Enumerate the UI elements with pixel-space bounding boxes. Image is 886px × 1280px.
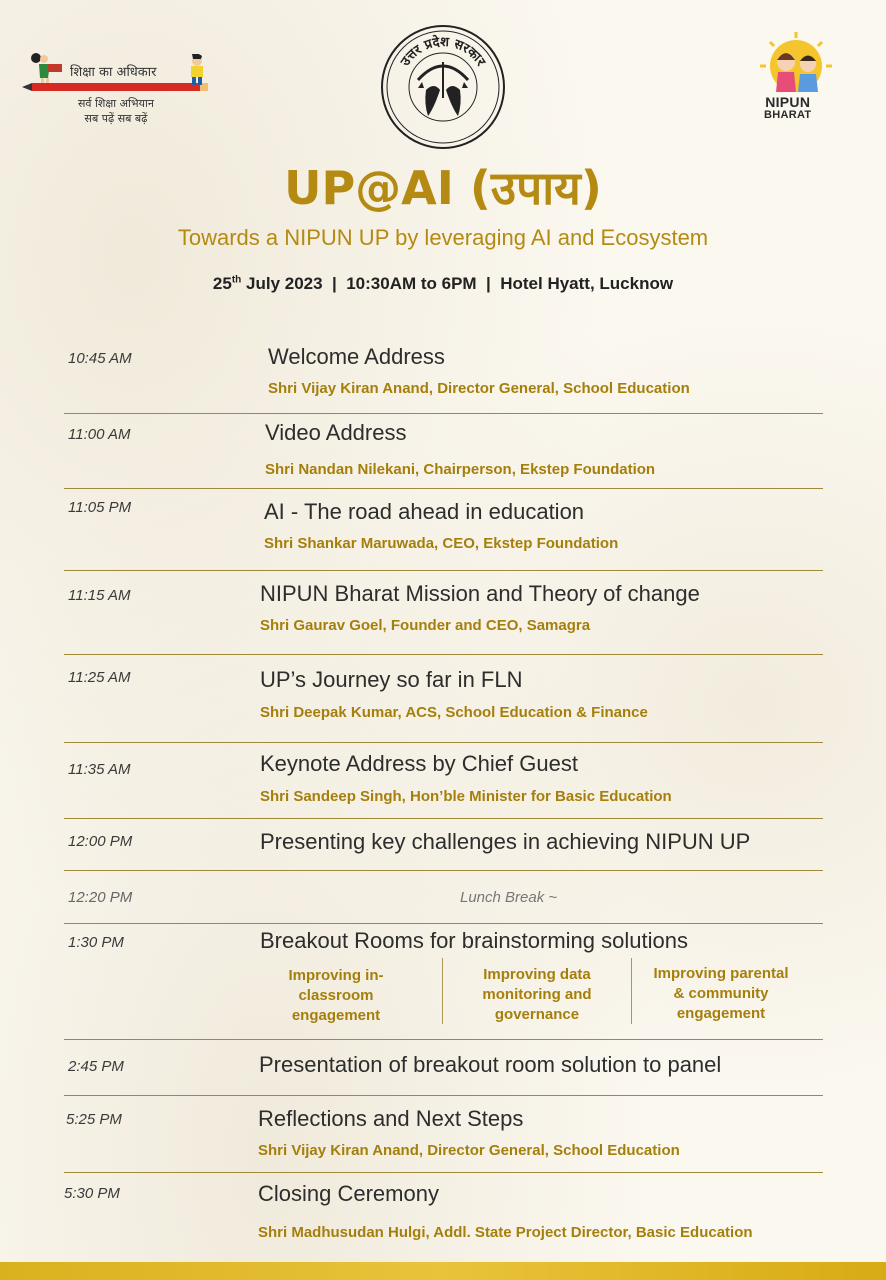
- agenda-speaker: Shri Vijay Kiran Anand, Director General…: [258, 1142, 680, 1159]
- agenda-row: 12:00 PM Presenting key challenges in ac…: [64, 819, 823, 871]
- agenda-title: NIPUN Bharat Mission and Theory of chang…: [260, 581, 700, 606]
- event-dateline: 25th July 2023 | 10:30AM to 6PM | Hotel …: [0, 274, 886, 294]
- agenda-row: 11:25 AM UP’s Journey so far in FLN Shri…: [64, 655, 823, 743]
- agenda-time: 11:25 AM: [68, 669, 131, 686]
- agenda-speaker: Shri Madhusudan Hulgi, Addl. State Proje…: [258, 1224, 753, 1241]
- agenda-time: 12:00 PM: [68, 833, 133, 850]
- nipun-bharat-children-icon: [760, 32, 832, 92]
- breakout-2-line1: Improving data: [483, 966, 591, 983]
- nipun-text: NIPUN: [765, 94, 811, 110]
- agenda-title: Breakout Rooms for brainstorming solutio…: [260, 928, 688, 953]
- breakout-1-line3: engagement: [291, 1007, 381, 1024]
- agenda-row: 10:45 AM Welcome Address Shri Vijay Kira…: [64, 340, 823, 414]
- agenda-time: 1:30 PM: [68, 934, 124, 951]
- event-title: UP@AI (उपाय): [284, 161, 602, 215]
- event-subtitle: Towards a NIPUN UP by leveraging AI and …: [177, 225, 709, 250]
- agenda-time: 11:15 AM: [68, 587, 131, 604]
- breakout-separator: [442, 958, 443, 1024]
- breakout-1-line1: Improving in-: [288, 967, 384, 984]
- logo-left-line3: सब पढ़ें सब बढ़ें: [84, 112, 148, 125]
- agenda-time: 11:35 AM: [68, 761, 131, 778]
- breakout-3-line3: engagement: [676, 1005, 766, 1022]
- agenda-title: Closing Ceremony: [258, 1181, 439, 1206]
- agenda-row: 11:35 AM Keynote Address by Chief Guest …: [64, 743, 823, 819]
- agenda-time: 5:30 PM: [64, 1185, 120, 1202]
- agenda-time: 2:45 PM: [68, 1058, 124, 1075]
- agenda-title: Welcome Address: [268, 344, 445, 369]
- breakout-separator: [631, 958, 632, 1024]
- agenda-time: 11:05 PM: [68, 499, 132, 516]
- agenda-row: 1:30 PM Breakout Rooms for brainstorming…: [64, 924, 823, 1040]
- event-date-suffix: th: [231, 274, 242, 286]
- up-government-emblem-icon: उत्तर प्रदेश सरकार: [381, 25, 505, 149]
- lunch-break-note: Lunch Break ~: [460, 889, 558, 906]
- agenda-speaker: Shri Deepak Kumar, ACS, School Education…: [260, 704, 648, 721]
- agenda-title: Presentation of breakout room solution t…: [259, 1052, 722, 1077]
- agenda-title: Presenting key challenges in achieving N…: [260, 829, 751, 854]
- logo-left-tagline: सर्व शिक्षा अभियान सब पढ़ें सब बढ़ें: [78, 96, 154, 126]
- breakout-2-line3: governance: [494, 1006, 580, 1023]
- agenda-speaker: Shri Gaurav Goel, Founder and CEO, Samag…: [260, 617, 591, 634]
- agenda-time: 12:20 PM: [68, 889, 133, 906]
- agenda-time: 11:00 AM: [68, 426, 131, 443]
- breakout-3-line1: Improving parental: [653, 965, 789, 982]
- agenda-row: 11:15 AM NIPUN Bharat Mission and Theory…: [64, 571, 823, 655]
- event-date-details: July 2023 | 10:30AM to 6PM | Hotel Hyatt…: [241, 274, 674, 293]
- up-government-emblem: उत्तर प्रदेश सरकार: [380, 24, 506, 150]
- agenda-row: 12:20 PM Lunch Break ~: [64, 871, 823, 924]
- child-sitting-icon: [191, 54, 203, 85]
- logo-left-line1: शिक्षा का अधिकार: [70, 65, 157, 80]
- logo-left-line2: सर्व शिक्षा अभियान: [78, 97, 154, 110]
- agenda-title: Keynote Address by Chief Guest: [260, 751, 578, 776]
- nipun-bharat-logo: NIPUN BHARAT: [748, 30, 844, 130]
- agenda-time: 5:25 PM: [66, 1111, 122, 1128]
- event-date-day: 25: [212, 274, 232, 293]
- agenda-title: UP’s Journey so far in FLN: [260, 667, 523, 692]
- agenda-speaker: Shri Sandeep Singh, Hon’ble Minister for…: [260, 788, 672, 805]
- bharat-text: BHARAT: [764, 109, 812, 121]
- agenda-speaker: Shri Shankar Maruwada, CEO, Ekstep Found…: [264, 535, 619, 552]
- agenda-row: 5:25 PM Reflections and Next Steps Shri …: [64, 1096, 823, 1173]
- agenda-title: Video Address: [265, 420, 407, 445]
- nipun-bharat-wordmark: NIPUN BHARAT: [764, 94, 812, 122]
- agenda-row: 2:45 PM Presentation of breakout room so…: [64, 1040, 823, 1096]
- sarva-shiksha-abhiyan-logo: शिक्षा का अधिकार सर्व शिक्षा अभियान सब प…: [22, 48, 222, 132]
- agenda-title: AI - The road ahead in education: [264, 499, 585, 524]
- breakout-room-3: Improving parental & community engagemen…: [636, 964, 806, 1024]
- agenda-time: 10:45 AM: [68, 350, 132, 367]
- agenda-title: Reflections and Next Steps: [258, 1106, 524, 1131]
- breakout-1-line2: classroom: [298, 987, 374, 1004]
- agenda-speaker: Shri Nandan Nilekani, Chairperson, Ekste…: [265, 461, 656, 478]
- agenda-row: 5:30 PM Closing Ceremony Shri Madhusudan…: [64, 1173, 823, 1253]
- breakout-2-line2: monitoring and: [482, 986, 592, 1003]
- agenda-row: 11:00 AM Video Address Shri Nandan Nilek…: [64, 414, 823, 489]
- agenda-speaker: Shri Vijay Kiran Anand, Director General…: [268, 380, 690, 397]
- breakout-room-1: Improving in- classroom engagement: [256, 966, 416, 1026]
- agenda-row: 11:05 PM AI - The road ahead in educatio…: [64, 489, 823, 571]
- breakout-room-2: Improving data monitoring and governance: [456, 965, 618, 1025]
- breakout-3-line2: & community: [673, 985, 769, 1002]
- bottom-gold-bar: [0, 1262, 886, 1280]
